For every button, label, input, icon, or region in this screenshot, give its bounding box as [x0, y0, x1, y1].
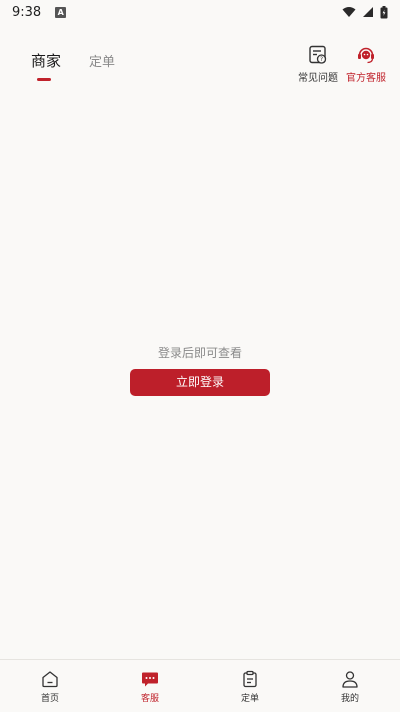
nav-label-profile: 我的: [340, 694, 359, 704]
header: 商家 定单 ? 常见问题 官方客服: [0, 40, 400, 84]
status-left: 9:38 A: [12, 4, 67, 20]
nav-label-order: 定单: [240, 694, 259, 704]
faq-label: 常见问题: [298, 73, 338, 84]
nav-item-chat[interactable]: 客服: [100, 660, 200, 712]
tab-order[interactable]: 定单: [89, 51, 115, 70]
battery-icon: [380, 5, 388, 18]
faq-button[interactable]: ? 常见问题: [298, 44, 338, 84]
active-tab-indicator: [37, 78, 51, 81]
customer-service-label: 官方客服: [346, 73, 386, 84]
customer-service-button[interactable]: 官方客服: [346, 44, 386, 84]
status-right: [342, 5, 388, 19]
bottom-nav: 首页 客服 定单 我的: [0, 659, 400, 712]
empty-state: 登录后即可查看 立即登录: [0, 344, 400, 396]
svg-text:?: ?: [320, 56, 323, 63]
chat-icon: [142, 672, 158, 687]
nav-label-chat: 客服: [140, 694, 159, 704]
tab-merchant[interactable]: 商家: [31, 50, 61, 71]
login-button[interactable]: 立即登录: [130, 369, 270, 396]
nav-item-profile[interactable]: 我的: [300, 660, 400, 712]
status-time: 9:38: [12, 4, 42, 20]
signal-icon: [363, 7, 373, 17]
order-icon: [243, 670, 257, 688]
empty-message: 登录后即可查看: [157, 346, 242, 360]
status-bar: 9:38 A: [0, 0, 400, 24]
nav-label-home: 首页: [40, 694, 59, 704]
home-icon: [42, 671, 58, 688]
nav-item-order[interactable]: 定单: [200, 660, 300, 712]
profile-icon: [342, 671, 358, 688]
nav-item-home[interactable]: 首页: [0, 660, 100, 712]
a-icon: A: [55, 6, 67, 18]
faq-icon: ?: [309, 45, 327, 64]
wifi-icon: [342, 7, 356, 17]
customer-service-icon: [358, 47, 374, 64]
